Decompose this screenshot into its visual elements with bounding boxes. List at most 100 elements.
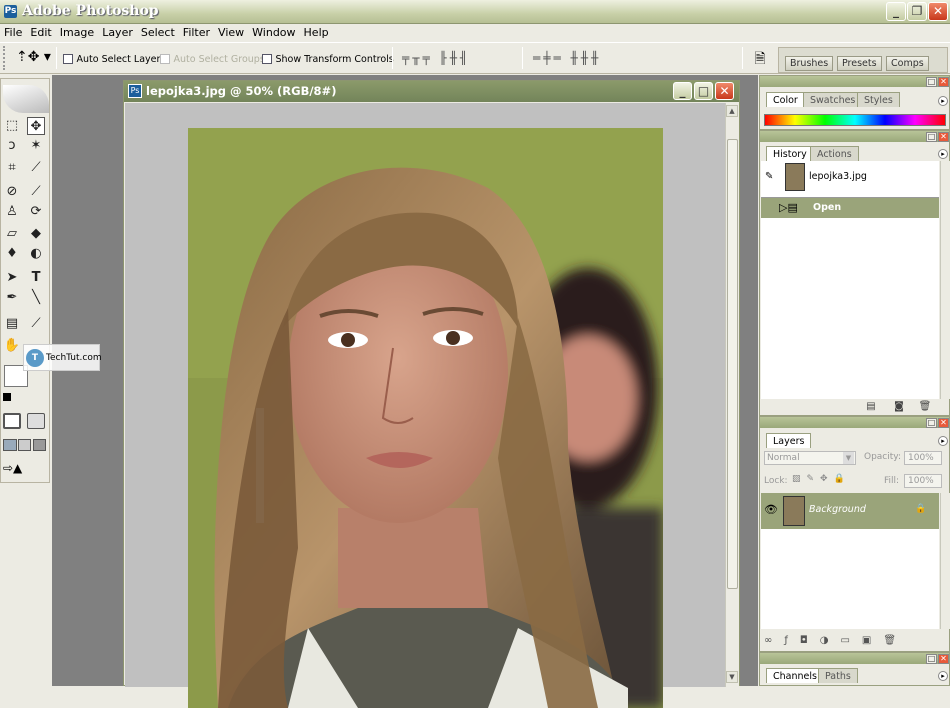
color-panel-minimize-button[interactable]: □ (926, 77, 937, 87)
tab-color[interactable]: Color (766, 92, 805, 107)
menu-filter[interactable]: Filter (179, 24, 214, 39)
notes-tool-icon[interactable]: ▤ (3, 315, 21, 333)
move-tool-preset-icon[interactable]: ⇡✥ ▾ (16, 49, 51, 65)
history-brush-source-icon[interactable]: ✎ (765, 171, 779, 185)
crop-tool-icon[interactable]: ⌗ (3, 159, 21, 177)
tab-history[interactable]: History (766, 146, 814, 161)
channels-panel-minimize-button[interactable]: □ (926, 654, 937, 664)
magic-wand-tool-icon[interactable]: ✶ (27, 137, 45, 155)
blur-tool-icon[interactable]: ♦ (3, 245, 21, 263)
document-vertical-scrollbar[interactable]: ▲ ▼ (725, 103, 739, 687)
color-panel-menu-icon[interactable]: ▸ (938, 96, 948, 106)
menu-window[interactable]: Window (248, 24, 299, 39)
document-photo[interactable] (188, 128, 663, 708)
hand-tool-icon[interactable]: ✋ (3, 337, 21, 355)
palette-well-tab-presets[interactable]: Presets (837, 56, 882, 71)
tab-swatches[interactable]: Swatches (803, 92, 863, 107)
palette-well-tab-brushes[interactable]: Brushes (785, 56, 834, 71)
healing-brush-tool-icon[interactable]: ⊘ (3, 183, 21, 201)
canvas-area[interactable] (125, 103, 725, 708)
delete-state-icon[interactable]: 🗑 (918, 401, 932, 413)
snapshot-thumbnail[interactable] (785, 163, 805, 191)
scroll-down-arrow[interactable]: ▼ (726, 671, 738, 683)
restore-button[interactable]: ❐ (907, 2, 927, 21)
history-brush-tool-icon[interactable]: ⟳ (27, 203, 45, 221)
snapshot-name[interactable]: lepojka3.jpg (809, 171, 867, 182)
color-spectrum-ramp[interactable] (764, 114, 946, 126)
marquee-tool-icon[interactable]: ⬚ (3, 117, 21, 135)
menu-view[interactable]: View (214, 24, 248, 39)
history-panel-menu-icon[interactable]: ▸ (938, 149, 948, 159)
layers-panel-menu-icon[interactable]: ▸ (938, 436, 948, 446)
history-state-open[interactable]: ▷▤ Open (761, 198, 939, 218)
layers-panel-close-button[interactable]: ✕ (938, 418, 949, 428)
align-buttons-group[interactable]: ╤╥╤ ╟╫╢ (402, 51, 470, 65)
channels-panel-menu-icon[interactable]: ▸ (938, 671, 948, 681)
close-button[interactable]: ✕ (928, 2, 948, 21)
auto-select-layer-checkbox[interactable] (63, 54, 73, 64)
standard-mode-icon[interactable] (3, 413, 21, 429)
history-scrollbar[interactable] (940, 161, 950, 399)
channels-panel-close-button[interactable]: ✕ (938, 654, 949, 664)
doc-maximize-button[interactable]: □ (694, 82, 713, 100)
layers-scrollbar[interactable] (940, 493, 950, 629)
layer-name[interactable]: Background (809, 504, 866, 515)
dodge-tool-icon[interactable]: ◐ (27, 245, 45, 263)
jump-to-imageready-icon[interactable]: ⇨▲ (3, 461, 45, 477)
blend-mode-select[interactable]: Normal ▼ (764, 451, 856, 465)
menu-select[interactable]: Select (137, 24, 179, 39)
options-grip[interactable] (3, 46, 13, 70)
scroll-up-arrow[interactable]: ▲ (726, 105, 738, 117)
new-snapshot-icon[interactable]: ◙ (892, 401, 906, 413)
layer-row-background[interactable]: 👁 Background 🔒 (761, 493, 939, 529)
menu-help[interactable]: Help (300, 24, 333, 39)
history-panel-minimize-button[interactable]: □ (926, 132, 937, 142)
lock-buttons-icon[interactable]: ▨✎✥🔒 (792, 474, 851, 484)
show-transform-controls-option[interactable]: Show Transform Controls (262, 52, 394, 65)
menu-layer[interactable]: Layer (98, 24, 137, 39)
history-panel-close-button[interactable]: ✕ (938, 132, 949, 142)
quick-mask-mode-icon[interactable] (27, 413, 45, 429)
tab-actions[interactable]: Actions (810, 146, 859, 161)
slice-tool-icon[interactable]: ⟋ (27, 159, 45, 177)
line-tool-icon[interactable]: ╲ (27, 289, 45, 307)
show-transform-controls-checkbox[interactable] (262, 54, 272, 64)
new-document-from-state-icon[interactable]: ▤ (864, 401, 878, 413)
lasso-tool-icon[interactable]: ↄ (3, 137, 21, 155)
opacity-field[interactable]: 100% (904, 451, 942, 465)
path-selection-tool-icon[interactable]: ➤ (3, 269, 21, 287)
menu-image[interactable]: Image (56, 24, 98, 39)
eyedropper-tool-icon[interactable]: ⟋ (27, 315, 45, 333)
color-panel-close-button[interactable]: ✕ (938, 77, 949, 87)
type-tool-icon[interactable]: T (27, 269, 45, 287)
screen-mode-full-menu-icon[interactable] (18, 439, 31, 451)
layers-panel-minimize-button[interactable]: □ (926, 418, 937, 428)
minimize-button[interactable]: _ (886, 2, 906, 21)
clone-stamp-tool-icon[interactable]: ♙ (3, 203, 21, 221)
screen-mode-full-icon[interactable] (33, 439, 46, 451)
feather-logo-icon[interactable] (3, 85, 49, 113)
eraser-tool-icon[interactable]: ▱ (3, 225, 21, 243)
brush-tool-icon[interactable]: ⟋ (27, 183, 45, 201)
scrollbar-thumb[interactable] (727, 139, 738, 589)
doc-minimize-button[interactable]: _ (673, 82, 692, 100)
fill-field[interactable]: 100% (904, 474, 942, 488)
layers-footer-buttons[interactable]: ∞ƒ◘◑▭▣🗑 (764, 635, 908, 646)
move-tool-icon[interactable]: ✥ (27, 117, 45, 135)
menu-file[interactable]: File (0, 24, 26, 39)
default-colors-icon[interactable] (3, 393, 11, 401)
eye-icon[interactable]: 👁 (764, 503, 778, 516)
pen-tool-icon[interactable]: ✒ (3, 289, 21, 307)
paint-bucket-tool-icon[interactable]: ◆ (27, 225, 45, 243)
palette-well-tab-comps[interactable]: Comps (886, 56, 929, 71)
distribute-buttons-group[interactable]: ═╪═ ╫╫╫ (533, 51, 601, 65)
tab-channels[interactable]: Channels (766, 668, 824, 683)
tab-paths[interactable]: Paths (818, 668, 858, 683)
file-browser-icon[interactable]: 🗎 (750, 48, 770, 68)
screen-mode-standard-icon[interactable] (3, 439, 17, 451)
doc-close-button[interactable]: ✕ (715, 82, 734, 100)
auto-select-layer-option[interactable]: Auto Select Layer (63, 52, 160, 65)
menu-edit[interactable]: Edit (26, 24, 55, 39)
tab-styles[interactable]: Styles (857, 92, 900, 107)
tab-layers[interactable]: Layers (766, 433, 812, 448)
